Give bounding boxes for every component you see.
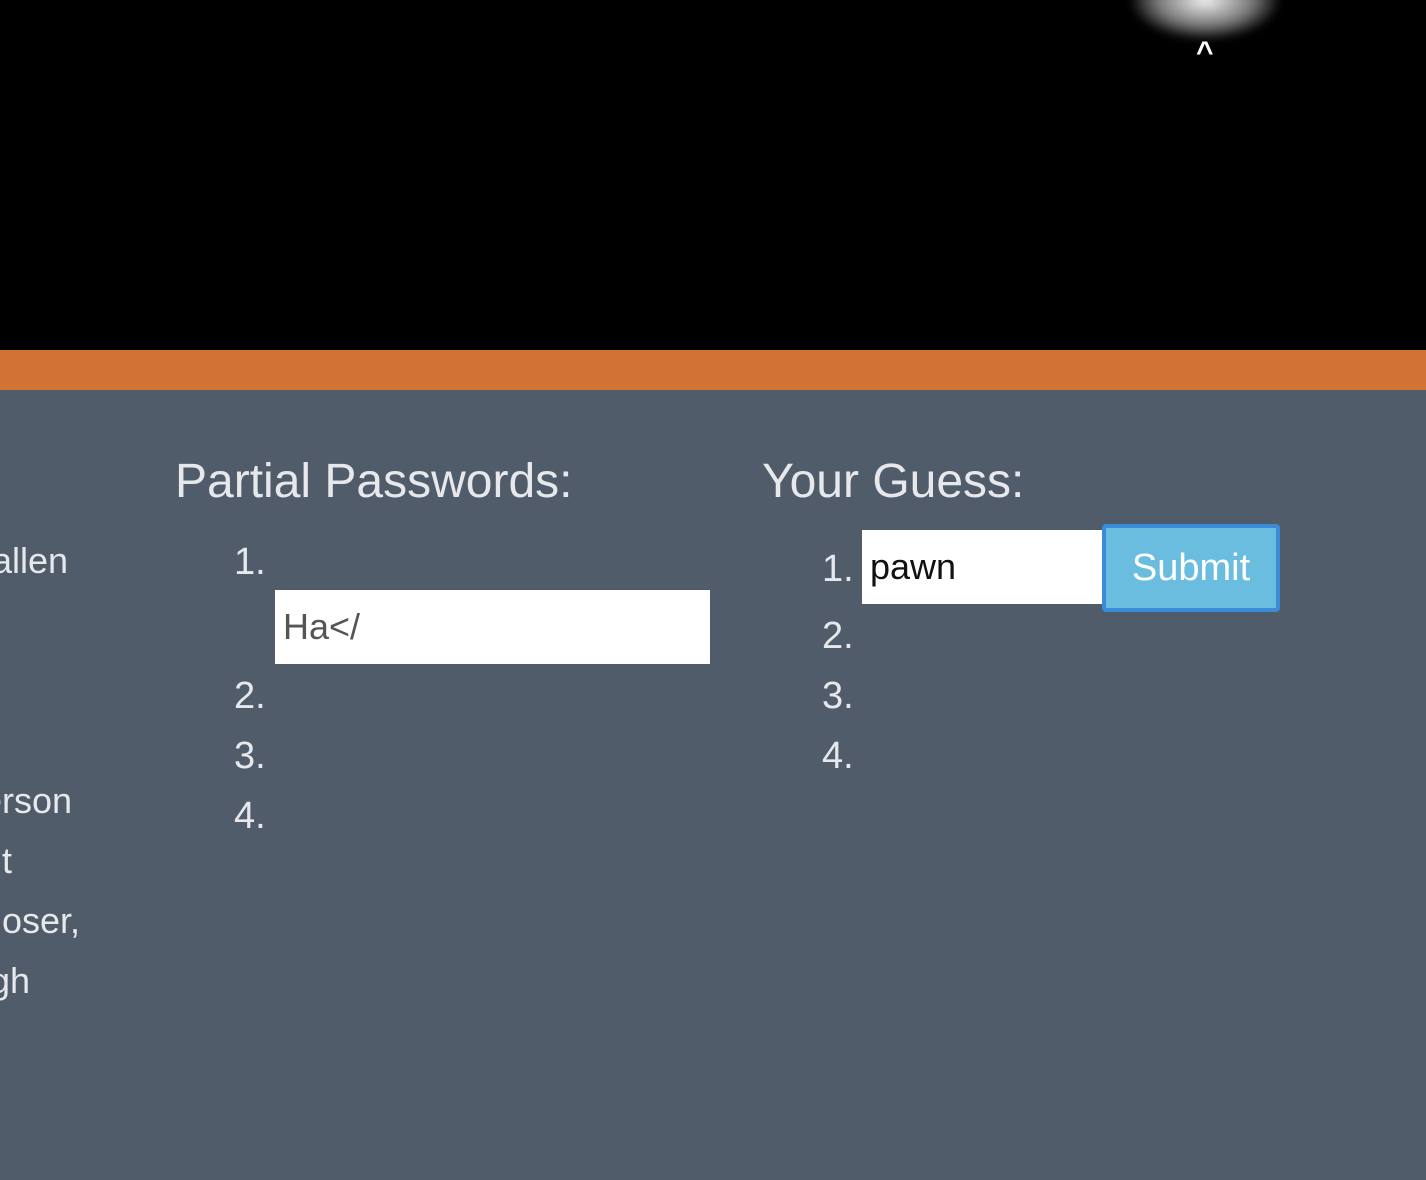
guess-number: 1. — [822, 548, 854, 590]
left-text-line: erson — [0, 780, 73, 821]
left-text-line: loser, — [0, 900, 81, 941]
partial-password-value: Ha</ — [275, 590, 710, 664]
left-text-line: gh — [0, 960, 31, 1001]
page: ^ allen erson nt loser, gh Partial Passw… — [0, 0, 1426, 1180]
glow-graphic — [1130, 0, 1280, 40]
accent-bar — [0, 350, 1426, 390]
partial-password-number: 1. — [234, 541, 266, 583]
partial-password-number: 4. — [234, 795, 266, 837]
partial-password-number: 3. — [234, 735, 266, 777]
left-text-line: nt — [0, 840, 13, 881]
partial-passwords-title: Partial Passwords: — [175, 455, 573, 508]
guess-number: 4. — [822, 735, 854, 777]
caret-up-icon[interactable]: ^ — [1196, 38, 1214, 68]
guess-input[interactable] — [862, 530, 1102, 604]
left-text-line: allen — [0, 540, 69, 581]
submit-button[interactable]: Submit — [1102, 524, 1280, 612]
video-area: ^ — [0, 0, 1426, 350]
guess-number: 2. — [822, 615, 854, 657]
partial-password-number: 2. — [234, 675, 266, 717]
guess-number: 3. — [822, 675, 854, 717]
your-guess-title: Your Guess: — [762, 455, 1025, 508]
